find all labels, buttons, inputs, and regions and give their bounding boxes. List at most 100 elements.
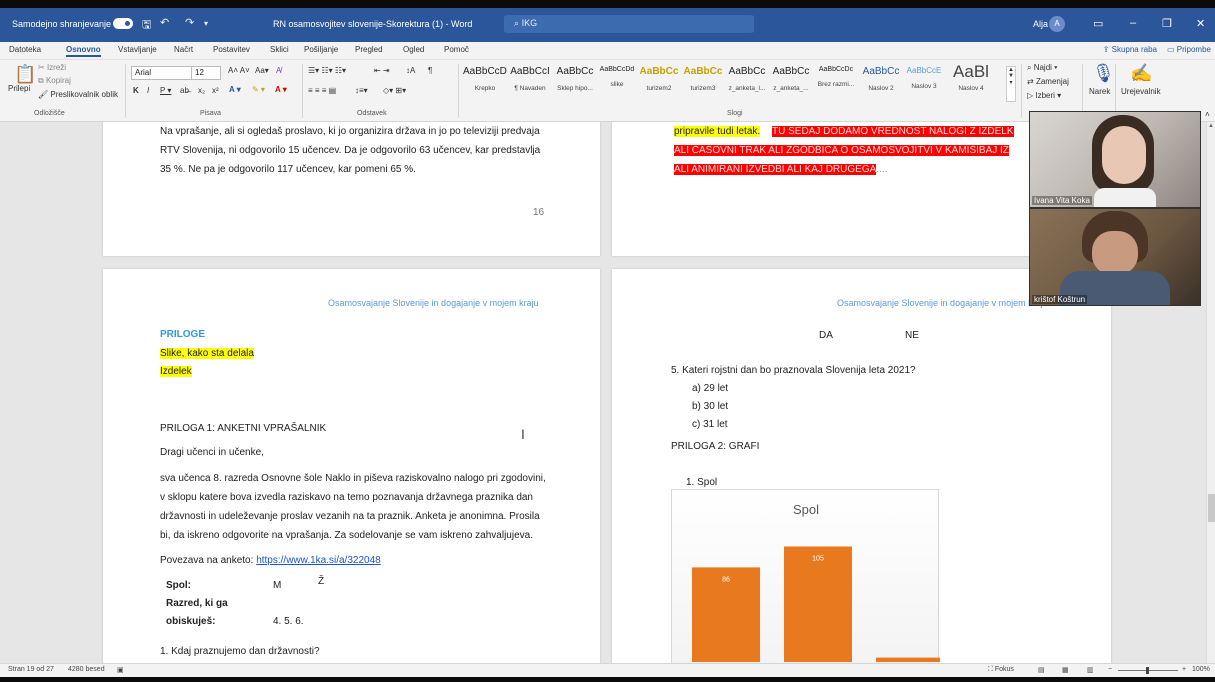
page-appendix-1[interactable]: Osamosvajanje Slovenije in dogajanje v m… <box>103 269 600 663</box>
subscript-button[interactable]: x₂ <box>198 86 205 95</box>
page-appendix-2[interactable]: Osamosvajanje Slovenije in dogajanje v m… <box>612 269 1111 663</box>
shading-icon[interactable]: ◇▾ ⊞▾ <box>383 86 406 95</box>
grow-font-icon[interactable]: A˄ A˅ <box>228 66 250 75</box>
survey-link[interactable]: https://www.1ka.si/a/322048 <box>256 555 381 566</box>
tab-review[interactable]: Pregled <box>355 45 383 54</box>
video-tile-1[interactable]: Ivana Vita Koka <box>1029 111 1201 208</box>
priloge-item: Izdelek <box>160 366 192 377</box>
font-size-select[interactable]: 12 <box>191 66 221 80</box>
underline-button[interactable]: P ▾ <box>160 86 171 95</box>
change-case-icon[interactable]: Aa▾ <box>255 66 269 75</box>
styles-scroll[interactable]: ▲ ▼ ▾ <box>1006 66 1016 102</box>
style-naslov-2[interactable]: AaBbCc Naslov 2 <box>859 64 903 102</box>
customize-toolbar-icon[interactable]: ▾ <box>204 19 208 28</box>
tab-view[interactable]: Ogled <box>403 45 424 54</box>
document-area[interactable]: Na vprašanje, ali si ogledaš proslavo, k… <box>0 122 1206 663</box>
scroll-up-icon[interactable]: ▲ <box>1208 123 1214 129</box>
scissors-icon: ✂ <box>38 63 47 72</box>
sort-icon[interactable]: ↕A <box>406 66 415 75</box>
style-turizem2[interactable]: AaBbCc turizem2 <box>637 64 681 102</box>
italic-button[interactable]: I <box>147 86 149 95</box>
read-mode-icon[interactable]: ▤ <box>1038 666 1045 674</box>
line-spacing-icon[interactable]: ↕≡▾ <box>355 86 368 95</box>
tab-mailings[interactable]: Pošiljanje <box>304 45 338 54</box>
autosave-toggle[interactable] <box>113 18 133 29</box>
cut-button[interactable]: ✂ Izreži <box>38 63 66 72</box>
show-marks-icon[interactable]: ¶ <box>428 66 432 75</box>
style-slike[interactable]: AaBbCcDd slike <box>597 64 637 102</box>
style-naslov-3[interactable]: AaBbCcE Naslov 3 <box>903 64 945 102</box>
editor-button[interactable]: Urejevalnik <box>1121 87 1161 96</box>
editor-icon[interactable]: ✍ <box>1130 63 1152 84</box>
close-icon[interactable]: ✕ <box>1196 17 1205 30</box>
web-layout-icon[interactable]: ▥ <box>1087 666 1094 674</box>
paste-button[interactable]: Prilepi <box>8 84 30 93</box>
tab-insert[interactable]: Vstavljanje <box>118 45 157 54</box>
align-icons[interactable]: ≡ ≡ ≡ ▤ <box>308 86 336 95</box>
text-effects-icon[interactable]: A ▾ <box>229 85 241 94</box>
undo-icon[interactable]: ↶ <box>160 16 169 29</box>
ribbon-display-icon[interactable]: ▭ <box>1093 17 1103 30</box>
video-tile-2[interactable]: krištof Koštrun <box>1029 208 1201 306</box>
gender-chart[interactable]: Spol 86moški105ženskibrez odgovora <box>671 489 944 663</box>
tab-help[interactable]: Pomoč <box>444 45 469 54</box>
share-button[interactable]: ⇪ Skupna raba <box>1103 45 1157 54</box>
zoom-level[interactable]: 100% <box>1192 666 1210 673</box>
tab-design[interactable]: Načrt <box>174 45 193 54</box>
style-turizem3[interactable]: AaBbCc turizem3 <box>681 64 725 102</box>
bold-button[interactable]: K <box>133 86 139 95</box>
tab-file[interactable]: Datoteka <box>9 45 41 54</box>
focus-button[interactable]: ⛶ Fokus <box>988 666 1014 674</box>
focus-icon: ⛶ <box>988 666 995 673</box>
proofing-icon[interactable]: ▣ <box>117 666 124 674</box>
style-name: slike <box>610 81 624 88</box>
style-z-anketa-l[interactable]: AaBbCc z_anketa_l... <box>725 64 769 102</box>
maximize-icon[interactable]: ❐ <box>1162 17 1172 30</box>
redo-icon[interactable]: ↷ <box>185 16 194 29</box>
zoom-in-icon[interactable]: + <box>1182 666 1186 673</box>
style-sklep-hipo[interactable]: AaBbCc Sklep hipo... <box>553 64 597 102</box>
collapse-ribbon-icon[interactable]: ˄ <box>1205 110 1210 119</box>
dictate-button[interactable]: Narek <box>1089 87 1110 96</box>
style-navaden[interactable]: AaBbCcI ¶ Navaden <box>507 64 553 102</box>
highlight-icon[interactable]: ✎ ▾ <box>252 85 265 94</box>
style-krepko[interactable]: AaBbCcDc Krepko <box>463 64 507 102</box>
save-icon[interactable]: 🖫 <box>142 16 151 35</box>
vertical-scrollbar[interactable]: ▲ <box>1206 122 1215 663</box>
style-naslov-4[interactable]: AaBl Naslov 4 <box>945 62 997 102</box>
minimize-icon[interactable]: – <box>1130 17 1136 29</box>
bullets-icon[interactable]: ☰▾ ☷▾ ☷▾ <box>308 66 346 75</box>
user-name: Alja <box>1033 19 1049 29</box>
replace-button[interactable]: ⇄ Zamenjaj <box>1027 77 1069 86</box>
superscript-button[interactable]: x² <box>212 86 219 95</box>
tab-home[interactable]: Osnovno <box>66 45 101 57</box>
avatar[interactable]: A <box>1049 16 1065 32</box>
select-button[interactable]: ▷ Izberi ▾ <box>1027 91 1061 100</box>
red-highlighted-text: ALI ČASOVNI TRAK ALI ZGODBICA O OSAMOSVO… <box>674 145 1009 156</box>
word-count[interactable]: 4280 besed <box>68 666 105 673</box>
comments-button[interactable]: ▭ Pripombe <box>1167 45 1211 54</box>
tab-layout[interactable]: Postavitev <box>213 45 250 54</box>
scroll-thumb[interactable] <box>1208 494 1215 522</box>
screen-top-edge <box>0 0 1215 8</box>
zoom-out-icon[interactable]: − <box>1108 666 1112 673</box>
search-box[interactable]: ⌕ IKG <box>504 15 754 33</box>
style-sample: AaBbCcDc <box>463 66 507 77</box>
zoom-slider-thumb[interactable] <box>1146 667 1149 674</box>
page-indicator[interactable]: Stran 19 od 27 <box>8 666 54 673</box>
style-z-anketa[interactable]: AaBbCc z_anketa_... <box>769 64 813 102</box>
font-color-icon[interactable]: A ▾ <box>275 85 287 94</box>
microphone-icon[interactable]: 🎙 <box>1092 63 1115 84</box>
style-brez-razmi[interactable]: AaBbCcDc Brez razmi... <box>813 64 859 102</box>
strikethrough-button[interactable]: ab̶ <box>180 86 189 95</box>
clear-formatting-icon[interactable]: A̸ <box>276 66 281 75</box>
print-layout-icon[interactable]: ▦ <box>1062 666 1069 674</box>
page-18-bottom[interactable]: Na vprašanje, ali si ogledaš proslavo, k… <box>103 122 600 256</box>
screen-bottom-edge <box>0 677 1215 682</box>
find-button[interactable]: ⌕ Najdi ▾ <box>1027 63 1058 73</box>
indent-icons[interactable]: ⇤ ⇥ <box>374 66 390 75</box>
paste-icon[interactable]: 📋 <box>14 64 36 85</box>
tab-references[interactable]: Sklici <box>270 45 289 54</box>
format-painter-button[interactable]: 🖌 Preslikovalnik oblik <box>38 90 118 99</box>
copy-button[interactable]: ⧉ Kopiraj <box>38 76 71 86</box>
